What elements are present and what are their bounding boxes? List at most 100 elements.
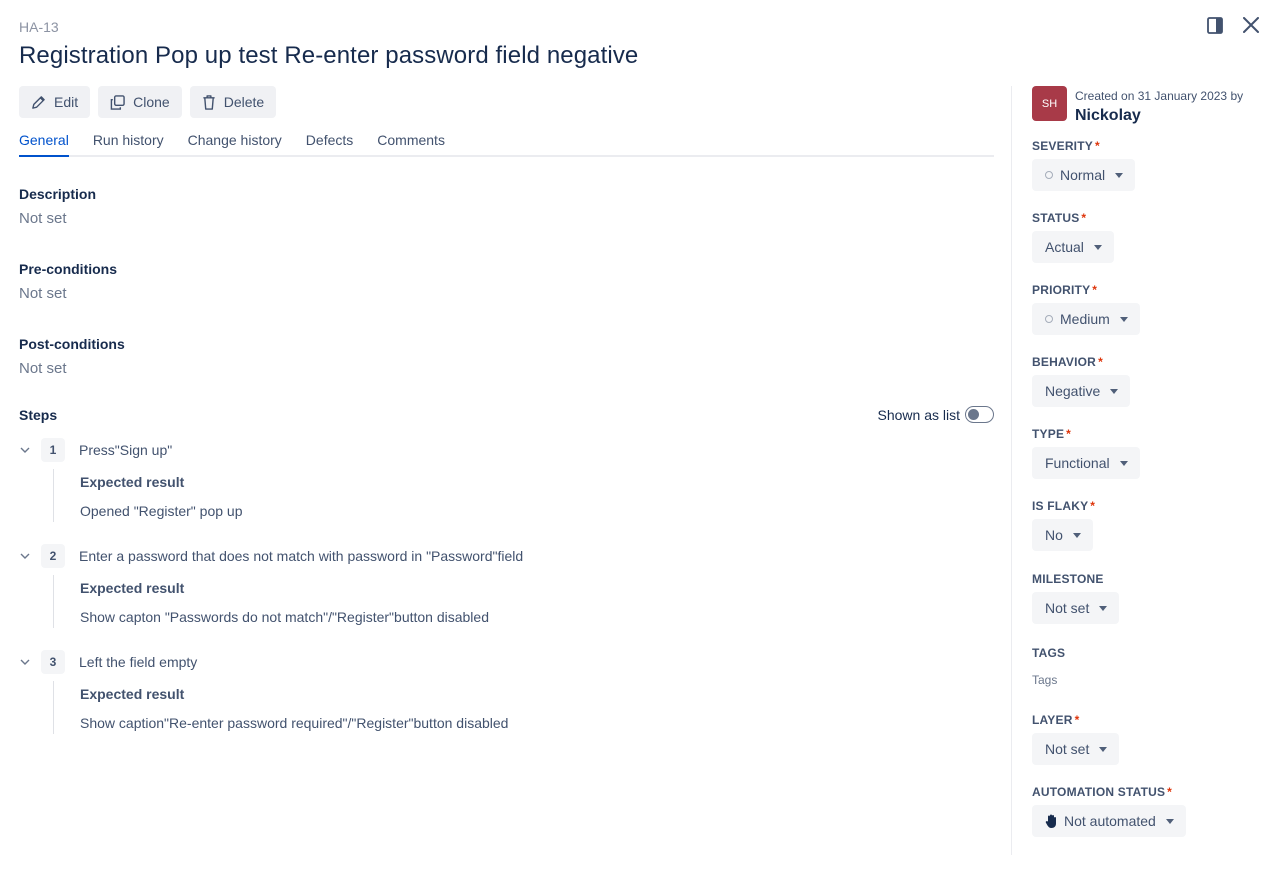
chevron-down-icon[interactable] xyxy=(19,550,31,562)
expected-result-label: Expected result xyxy=(80,580,185,596)
status-value: Actual xyxy=(1045,239,1084,255)
panel-toggle-icon[interactable] xyxy=(1206,15,1224,35)
expected-result-value: Show capton "Passwords do not match"/"Re… xyxy=(80,609,489,625)
automation-status-select[interactable]: Not automated xyxy=(1032,805,1186,837)
copy-icon xyxy=(110,94,125,110)
expected-result-value: Opened "Register" pop up xyxy=(80,503,243,519)
edit-button[interactable]: Edit xyxy=(19,86,91,118)
tab-defects[interactable]: Defects xyxy=(306,132,353,155)
behavior-field: BEHAVIOR * Negative xyxy=(1032,355,1131,407)
postconditions-section: Post-conditions Not set xyxy=(19,336,125,377)
expected-result-block: Expected result Show capton "Passwords d… xyxy=(53,575,994,628)
status-field: STATUS * Actual xyxy=(1032,211,1114,263)
steps-header: Steps Shown as list xyxy=(19,406,994,423)
author-name: Nickolay xyxy=(1075,107,1141,124)
caret-down-icon xyxy=(1119,316,1128,322)
step-item: 3 Left the field empty Expected result S… xyxy=(19,650,994,734)
step-item: 2 Enter a password that does not match w… xyxy=(19,544,994,628)
clone-label: Clone xyxy=(133,94,170,110)
layer-select[interactable]: Not set xyxy=(1032,733,1120,765)
caret-down-icon xyxy=(1099,746,1108,752)
step-action: Enter a password that does not match wit… xyxy=(79,548,524,564)
step-number: 3 xyxy=(41,650,65,674)
required-mark: * xyxy=(1074,713,1080,727)
is-flaky-label: IS FLAKY xyxy=(1032,499,1089,513)
type-label: TYPE xyxy=(1032,427,1065,441)
behavior-label: BEHAVIOR xyxy=(1032,355,1097,369)
preconditions-value[interactable]: Not set xyxy=(19,285,117,302)
behavior-select[interactable]: Negative xyxy=(1032,375,1131,407)
layer-label: LAYER xyxy=(1032,713,1073,727)
status-select[interactable]: Actual xyxy=(1032,231,1114,263)
required-mark: * xyxy=(1094,139,1100,153)
pencil-icon xyxy=(32,95,45,109)
caret-down-icon xyxy=(1115,172,1124,178)
hand-icon xyxy=(1045,814,1056,828)
severity-label: SEVERITY xyxy=(1032,139,1093,153)
tab-general[interactable]: General xyxy=(19,132,69,157)
edit-label: Edit xyxy=(54,94,79,110)
shown-as-list-toggle[interactable] xyxy=(965,406,994,423)
step-action: Press"Sign up" xyxy=(79,442,173,458)
chevron-down-icon[interactable] xyxy=(19,444,31,456)
priority-field: PRIORITY * Medium xyxy=(1032,283,1140,335)
priority-value: Medium xyxy=(1060,311,1110,327)
preconditions-label: Pre-conditions xyxy=(19,261,118,277)
type-value: Functional xyxy=(1045,455,1110,471)
window-controls xyxy=(1206,15,1260,35)
priority-select[interactable]: Medium xyxy=(1032,303,1140,335)
tab-bar: General Run history Change history Defec… xyxy=(19,132,994,157)
layer-value: Not set xyxy=(1045,741,1090,757)
chevron-down-icon[interactable] xyxy=(19,656,31,668)
tags-input[interactable]: Tags xyxy=(1032,673,1065,687)
circle-icon xyxy=(1045,171,1053,179)
status-label: STATUS xyxy=(1032,211,1080,225)
milestone-value: Not set xyxy=(1045,600,1090,616)
type-select[interactable]: Functional xyxy=(1032,447,1140,479)
behavior-value: Negative xyxy=(1045,383,1101,399)
caret-down-icon xyxy=(1110,388,1119,394)
tags-label: TAGS xyxy=(1032,646,1066,660)
close-icon[interactable] xyxy=(1242,15,1260,35)
caret-down-icon xyxy=(1093,244,1102,250)
created-text: Created on 31 January 2023 by xyxy=(1075,89,1244,103)
tab-run-history[interactable]: Run history xyxy=(93,132,164,155)
description-label: Description xyxy=(19,186,97,202)
description-section: Description Not set xyxy=(19,186,96,227)
severity-value: Normal xyxy=(1060,167,1106,183)
description-value[interactable]: Not set xyxy=(19,210,96,227)
is-flaky-field: IS FLAKY * No xyxy=(1032,499,1095,551)
type-field: TYPE * Functional xyxy=(1032,427,1140,479)
toolbar: Edit Clone Delete xyxy=(19,86,277,118)
postconditions-label: Post-conditions xyxy=(19,336,125,352)
postconditions-value[interactable]: Not set xyxy=(19,360,125,377)
severity-select[interactable]: Normal xyxy=(1032,159,1136,191)
avatar: SH xyxy=(1032,86,1067,121)
required-mark: * xyxy=(1092,283,1098,297)
tab-comments[interactable]: Comments xyxy=(377,132,445,155)
required-mark: * xyxy=(1098,355,1103,369)
tags-field: TAGS Tags xyxy=(1032,646,1065,687)
circle-icon xyxy=(1045,315,1053,323)
page-title: Registration Pop up test Re-enter passwo… xyxy=(19,42,639,69)
required-mark: * xyxy=(1167,785,1173,799)
tab-change-history[interactable]: Change history xyxy=(188,132,282,155)
required-mark: * xyxy=(1090,499,1096,513)
expected-result-label: Expected result xyxy=(80,686,185,702)
is-flaky-select[interactable]: No xyxy=(1032,519,1093,551)
required-mark: * xyxy=(1081,211,1087,225)
caret-down-icon xyxy=(1072,532,1081,538)
delete-button[interactable]: Delete xyxy=(189,86,277,118)
expected-result-label: Expected result xyxy=(80,474,185,490)
case-key: HA-13 xyxy=(19,19,59,35)
clone-button[interactable]: Clone xyxy=(98,86,182,118)
automation-status-value: Not automated xyxy=(1064,813,1156,829)
step-number: 2 xyxy=(41,544,65,568)
milestone-select[interactable]: Not set xyxy=(1032,592,1120,624)
preconditions-section: Pre-conditions Not set xyxy=(19,261,117,302)
step-number: 1 xyxy=(41,438,65,462)
is-flaky-value: No xyxy=(1045,527,1063,543)
delete-label: Delete xyxy=(223,94,265,110)
caret-down-icon xyxy=(1165,818,1174,824)
required-mark: * xyxy=(1066,427,1072,441)
